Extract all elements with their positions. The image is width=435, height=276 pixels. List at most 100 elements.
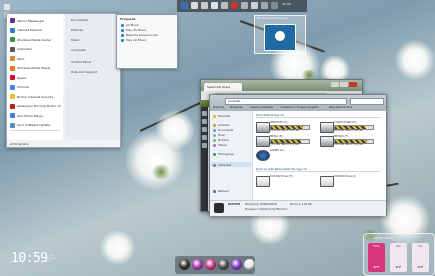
taskbar-button[interactable] [181,2,188,9]
maximize-button[interactable] [340,82,348,87]
nav-item-computer[interactable]: Computer [213,163,231,167]
folder-icon [213,128,216,132]
removable-drive-item[interactable]: DVD RW Drive (H:) [256,175,316,187]
drive-item[interactable]: GAMES (G:) [256,149,316,161]
program-label: Sync Software Update [17,123,51,127]
details-pane: BASTIEN Workgroup: WORKGROUP Memory: 4,0… [210,200,386,216]
nav-item-favorites[interactable]: Favorites [213,114,230,118]
command-button[interactable]: System properties [250,106,273,109]
drive-name: BD-ROM Drive (I:) [334,175,357,178]
dock-icon[interactable] [244,259,255,270]
music-icon [121,23,124,27]
address-bar[interactable]: Computer [225,98,347,105]
folder-icon [213,114,216,118]
start-menu-item[interactable]: Chrome [10,84,29,90]
start-menu-place[interactable]: Help and Support [71,70,97,74]
nav-item-libraries[interactable]: Libraries [213,123,230,127]
jump-list-header: Frequent [120,17,136,21]
browser-tab[interactable]: Speed dial Opera [204,83,242,91]
taskbar-button[interactable] [251,2,258,9]
drive-item[interactable]: MEDIA (E:) 57.1 GB free of 279 GB [256,135,316,147]
taskbar-button[interactable] [271,2,278,9]
drive-name: MEDIAS (F:) [334,135,349,138]
command-button[interactable]: Map network drive [329,106,352,109]
history-icon[interactable] [202,127,207,132]
dock-icon[interactable] [205,259,216,270]
start-menu-item[interactable]: Windows Media Player [10,65,51,71]
nav-label: Libraries [218,123,230,127]
taskbar-thumbnail[interactable]: Windows Live Messenger [254,15,306,54]
drive-name: WINDOWS (C:) [270,121,289,124]
program-icon [10,27,15,33]
minimize-button[interactable] [331,82,339,87]
start-menu-item[interactable]: Sync Software Update [10,122,51,128]
drive-name: DVD RW Drive (H:) [270,175,294,178]
browser-sidebar [201,107,208,211]
start-menu-item[interactable]: Internet Explorer [10,27,42,33]
start-menu-item[interactable]: Ashampoo Burning Studio 10 [10,103,61,109]
taskbar-button[interactable] [221,2,228,9]
thumbnail-preview [264,24,296,51]
start-menu-place[interactable]: Pictures [71,28,83,32]
start-menu-place[interactable]: Computer [71,48,86,52]
taskbar-button[interactable] [241,2,248,9]
taskbar-button[interactable] [201,2,208,9]
drive-item[interactable]: MEDIAS (F:) 32.4 GB free of 190 GB [320,135,380,147]
start-menu-item[interactable]: Yahoo! Messenger [10,18,44,23]
taskbar-button[interactable] [261,2,268,9]
nav-item-documents[interactable]: Documents [213,128,233,132]
taskbar-button[interactable] [191,2,198,9]
removable-drive-item[interactable]: BD-ROM Drive (I:) [320,175,380,187]
start-menu-item[interactable]: Norton Internet Security [10,94,53,99]
program-icon [10,122,15,128]
start-menu: Yahoo! Messenger Internet Explorer Windows… [6,13,121,148]
computer-name: BASTIEN [228,203,241,206]
dock-icon[interactable] [218,259,229,270]
jump-list-item[interactable]: Play All Music [121,38,146,42]
search-input[interactable] [350,98,384,105]
dock-icon[interactable] [192,259,203,270]
program-icon [10,113,15,118]
close-button[interactable] [349,82,357,87]
weather-day: Today 6°F [368,243,385,272]
command-button[interactable]: Organize [213,106,224,109]
start-menu-item[interactable]: Paint [10,56,24,61]
all-programs-button[interactable]: All Programs [10,142,29,146]
nav-item-videos[interactable]: Videos [213,143,227,147]
start-menu-item[interactable]: Windows Media Center [10,37,51,42]
drive-item[interactable]: COLLECTIONS (D:) 64.9 GB free of 366 GB [320,121,380,133]
notes-icon[interactable] [202,143,207,148]
desktop-icon[interactable] [4,4,10,10]
browser-titlebar: Speed dial Opera [201,80,362,91]
start-menu-item[interactable]: Opera [10,75,26,80]
nav-label: Homegroup [218,152,234,156]
start-menu-place[interactable]: Music [71,38,80,42]
start-menu-place[interactable]: Documents [71,18,88,22]
command-button[interactable]: Properties [230,106,243,109]
program-icon [10,65,15,71]
nav-item-network[interactable]: Network [213,189,229,193]
downloads-icon[interactable] [202,135,207,140]
taskbar-button[interactable] [231,2,238,9]
taskbar-button[interactable] [211,2,218,9]
jump-list-item[interactable]: All Music [121,23,139,27]
jump-list-item[interactable]: Play All Music [121,28,146,32]
nav-item-pictures[interactable]: Pictures [213,138,229,142]
arrow-icon [275,31,285,41]
drive-item[interactable]: WINDOWS (C:) 15.4 GB free of 100 GB [256,121,316,133]
jump-list-item[interactable]: Resume Previous List [121,33,158,37]
program-icon [10,103,15,109]
folder-icon [213,123,216,127]
dock-icon[interactable] [179,259,190,270]
dock-icon[interactable] [231,259,242,270]
start-menu-item[interactable]: Calculator [10,46,32,52]
bookmarks-icon[interactable] [202,111,207,116]
start-menu-place[interactable]: Control Panel [71,60,91,64]
optical-drive-icon [256,176,270,187]
start-menu-item[interactable]: QuickTime Player [10,113,43,118]
command-button[interactable]: Uninstall or change a program [281,106,319,109]
nav-item-homegroup[interactable]: Homegroup [213,152,234,156]
nav-item-music[interactable]: Music [213,133,226,137]
weather-gadget[interactable]: Partly Cloudy Today 6°F Mon 8°F Tue 6°F [363,233,435,276]
mail-icon[interactable] [202,119,207,124]
